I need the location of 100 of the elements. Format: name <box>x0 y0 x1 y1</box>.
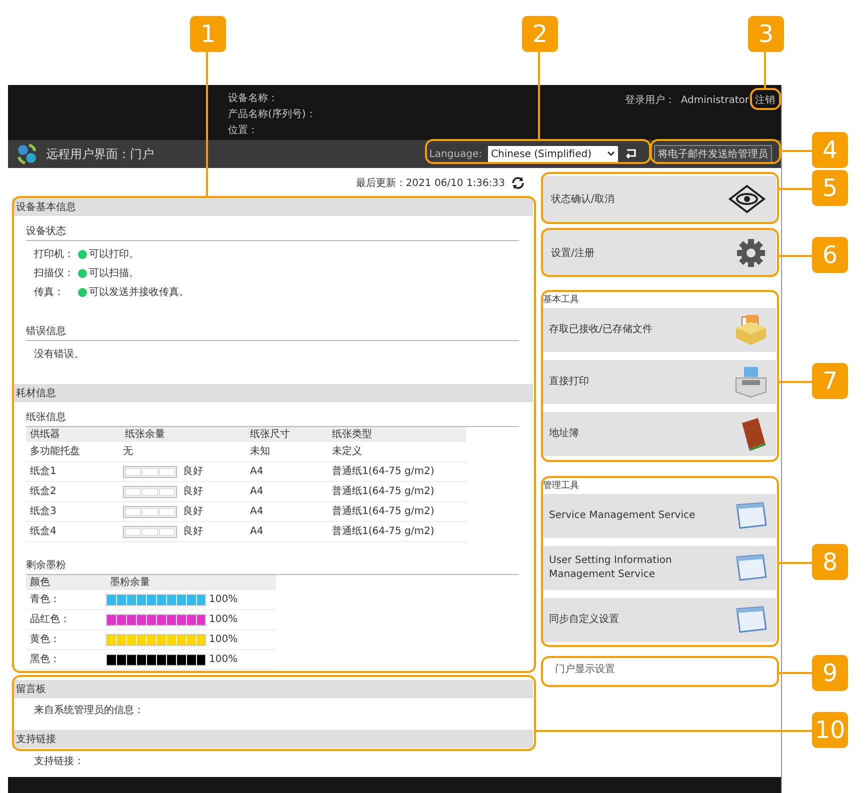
document-tray-icon <box>734 314 768 346</box>
error-text: 没有错误。 <box>33 348 85 362</box>
table-cell-text: 多功能托盘 <box>29 444 81 459</box>
device-field-label: 位置： <box>228 124 259 138</box>
callout-frame <box>750 88 781 110</box>
table-cell-text: 青色： <box>29 592 61 607</box>
table-cell-text: 良好 <box>183 504 203 519</box>
table-cell-text: 普通纸1(64-75 g/m2) <box>331 484 436 499</box>
chevron-down-icon <box>607 151 615 157</box>
table-cell-text: 良好 <box>183 484 203 499</box>
leader-line <box>764 52 766 88</box>
app-logo-icon <box>16 143 38 165</box>
last-updated: 最后更新：2021 06/10 1:36:33 <box>356 176 505 190</box>
menu-button[interactable]: 状态确认/取消 <box>541 176 776 222</box>
table-cell-text: 黄色： <box>29 632 61 647</box>
column-header: 纸张尺寸 <box>249 428 291 442</box>
leader-line <box>781 150 812 152</box>
column-header: 纸张余量 <box>124 428 166 442</box>
column-header: 纸张类型 <box>331 428 373 442</box>
window-icon <box>734 553 768 583</box>
callout-number: 10 <box>812 712 848 748</box>
email-admin-button[interactable]: 将电子邮件发送给管理员 <box>654 145 772 163</box>
group-title: 管理工具 <box>542 480 580 493</box>
section-header: 设备基本信息 <box>12 198 533 216</box>
leader-line <box>779 255 812 257</box>
window-icon <box>734 501 768 531</box>
tool-button[interactable]: User Setting Information Management Service <box>541 546 776 590</box>
status-label: 传真： <box>34 286 65 300</box>
table-cell-text: 品红色： <box>29 613 71 627</box>
tool-button[interactable]: 同步自定义设置 <box>541 598 776 642</box>
callout-number: 7 <box>812 363 848 399</box>
callout-number: 8 <box>812 544 848 580</box>
section-header: 支持链接 <box>12 730 533 748</box>
paper-level-icon <box>123 466 177 478</box>
status-text: 可以扫描。 <box>89 266 139 281</box>
section-header: 留言板 <box>12 680 533 698</box>
refresh-icon[interactable] <box>511 177 525 189</box>
table-cell-text: 良好 <box>183 464 203 479</box>
device-field-label: 设备名称： <box>228 92 279 106</box>
table-cell-text: 纸盒2 <box>29 484 58 499</box>
table-cell-text: 纸盒3 <box>29 504 58 519</box>
portal-settings-link[interactable]: 门户显示设置 <box>541 660 776 678</box>
leader-line <box>779 381 812 383</box>
table-cell-text: 普通纸1(64-75 g/m2) <box>331 464 436 479</box>
login-label: 登录用户： <box>624 94 675 108</box>
table-cell-text: A4 <box>249 465 264 479</box>
tool-button[interactable]: 存取已接收/已存储文件 <box>541 308 776 352</box>
language-label: Language: <box>429 148 482 162</box>
status-label: 扫描仪： <box>34 266 75 281</box>
table-cell-text: A4 <box>249 485 264 499</box>
leader-line <box>779 188 812 190</box>
table-cell-text: A4 <box>249 505 264 519</box>
printer-icon <box>734 366 768 398</box>
login-user: Administrator <box>680 94 749 108</box>
column-header: 颜色 <box>29 576 51 590</box>
leader-line <box>779 672 812 674</box>
logout-link[interactable]: 注销 <box>755 93 775 108</box>
table-cell-text: 纸盒1 <box>29 464 58 479</box>
language-select[interactable]: Chinese (Simplified) <box>488 146 618 162</box>
table-cell-text: 良好 <box>183 524 203 539</box>
column-header: 墨粉余量 <box>109 576 151 590</box>
group-title: 基本工具 <box>542 294 580 307</box>
toner-percentage: 100% <box>209 653 238 667</box>
return-icon[interactable] <box>624 148 638 160</box>
table-cell-text: 普通纸1(64-75 g/m2) <box>331 524 436 539</box>
table-cell-text: 普通纸1(64-75 g/m2) <box>331 504 436 519</box>
table-cell-text: 纸盒4 <box>29 524 58 539</box>
gear-icon <box>736 238 766 268</box>
callout-number: 6 <box>812 237 848 273</box>
status-text: 可以打印。 <box>89 248 139 262</box>
status-text: 可以发送并接收传真。 <box>89 286 189 300</box>
callout-number: 5 <box>812 170 848 206</box>
section-header: 耗材信息 <box>12 384 533 402</box>
status-label: 打印机： <box>34 248 75 262</box>
callout-number: 1 <box>190 16 226 52</box>
support-text: 支持链接： <box>33 754 85 769</box>
toner-percentage: 100% <box>209 613 238 627</box>
device-field-label: 产品名称(序列号)： <box>228 108 316 122</box>
tool-button[interactable]: 地址簿 <box>541 412 776 456</box>
page-title: 远程用户界面：门户 <box>46 146 154 163</box>
message-text: 来自系统管理员的信息： <box>33 704 145 718</box>
callout-number: 3 <box>748 16 784 52</box>
eye-icon <box>728 184 766 214</box>
paper-level-icon <box>123 486 177 498</box>
tool-button[interactable]: 直接打印 <box>541 360 776 404</box>
table-cell-text: 未定义 <box>331 444 363 459</box>
menu-button[interactable]: 设置/注册 <box>541 230 776 276</box>
window-icon <box>734 605 768 635</box>
callout-number: 9 <box>812 655 848 691</box>
paper-level-icon <box>123 506 177 518</box>
table-cell-text: 无 <box>123 445 133 459</box>
toner-percentage: 100% <box>209 593 238 607</box>
callout-number: 2 <box>522 16 558 52</box>
table-cell-text: 黑色： <box>29 653 61 667</box>
paper-level-icon <box>123 526 177 538</box>
subsection-title: 设备状态 <box>26 224 519 241</box>
tool-button[interactable]: Service Management Service <box>541 494 776 538</box>
callout-number: 4 <box>812 132 848 168</box>
toner-percentage: 100% <box>209 633 238 647</box>
leader-line <box>779 562 812 564</box>
